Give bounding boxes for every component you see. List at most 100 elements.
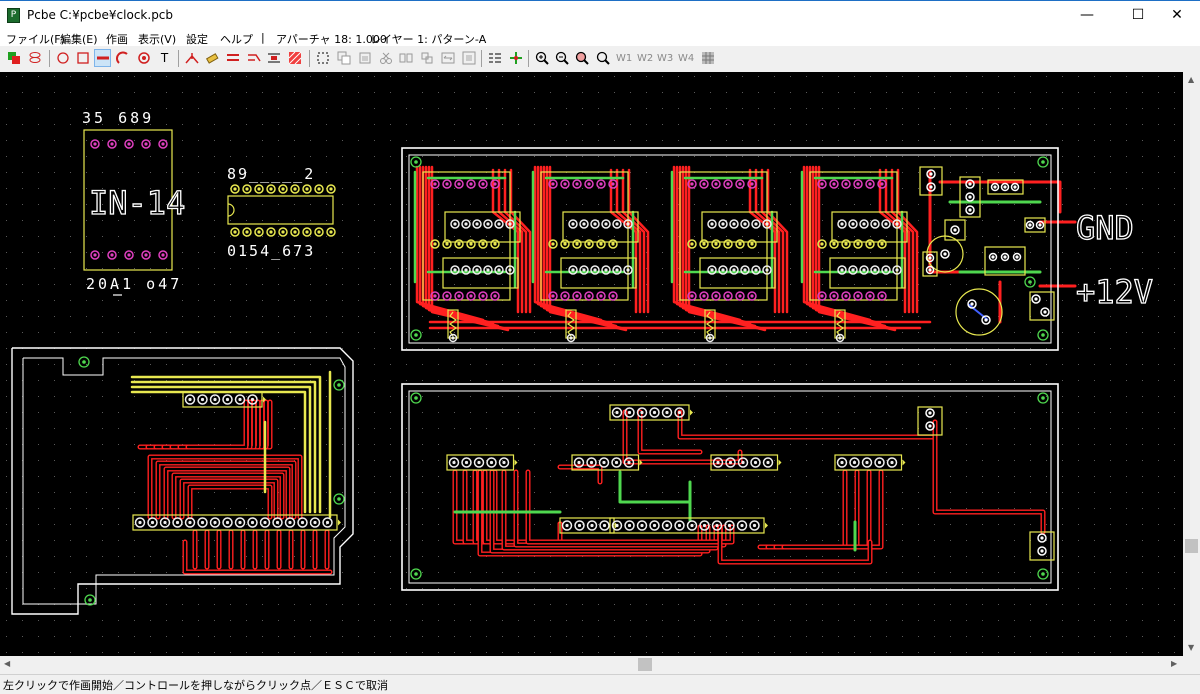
pad-hole: [968, 208, 972, 212]
pad-hole: [970, 302, 974, 306]
close-button[interactable]: ✕: [1154, 1, 1200, 30]
pad-hole: [238, 520, 242, 525]
menu-view[interactable]: 表示(V): [138, 31, 176, 47]
paste-icon[interactable]: [356, 49, 373, 67]
pad-hole: [563, 182, 567, 186]
pad-hole: [238, 397, 242, 402]
window-preset-2[interactable]: W2: [637, 53, 653, 64]
pad-hole: [175, 520, 180, 525]
pad-hole: [225, 520, 230, 525]
pad-hole: [457, 242, 461, 246]
zoom-in-icon[interactable]: [533, 49, 550, 67]
zoom-icon[interactable]: [594, 49, 611, 67]
layer-color-icon[interactable]: [5, 49, 22, 67]
pad-hole: [890, 460, 894, 465]
pad-hole: [611, 242, 615, 246]
silk-label-ic-top: 35 689: [82, 109, 154, 127]
pad-hole: [710, 268, 714, 272]
scroll-right-icon[interactable]: ▶: [1171, 659, 1177, 668]
horizontal-scroll-thumb[interactable]: [638, 658, 652, 671]
pad-hole: [144, 142, 148, 146]
mount-hole-center: [1028, 280, 1032, 284]
pad-hole: [615, 523, 619, 528]
grid-toggle-icon[interactable]: [699, 49, 716, 67]
circle-tool-icon[interactable]: [54, 49, 71, 67]
scroll-down-icon[interactable]: ▼: [1188, 643, 1194, 652]
pad-hole: [250, 520, 255, 525]
menu-separator: |: [261, 31, 265, 44]
pad-hole: [832, 242, 836, 246]
menu-settings[interactable]: 設定: [186, 31, 208, 47]
pad-hole: [497, 268, 501, 272]
fill-tool-icon[interactable]: [286, 49, 303, 67]
select-area-icon[interactable]: [314, 49, 331, 67]
window-preset-1[interactable]: W1: [616, 53, 632, 64]
pad-hole: [551, 242, 555, 246]
line-tool-icon[interactable]: [94, 49, 111, 67]
pad-hole: [486, 268, 490, 272]
mount-hole-center: [414, 333, 418, 337]
pad-hole: [275, 520, 280, 525]
parallel-lines-icon[interactable]: [224, 49, 241, 67]
pad-hole: [489, 460, 494, 465]
pad-hole: [614, 460, 619, 465]
rectangle-tool-icon[interactable]: [74, 49, 91, 67]
pad-hole: [593, 222, 597, 226]
menu-help[interactable]: ヘルプ: [220, 31, 253, 47]
pad-hole: [475, 268, 479, 272]
scroll-left-icon[interactable]: ◀: [4, 659, 10, 668]
rotate-icon[interactable]: [418, 49, 435, 67]
pad-hole: [665, 523, 669, 528]
pad-hole: [873, 268, 877, 272]
pcbe-icon[interactable]: P: [7, 8, 20, 23]
minimize-button[interactable]: —: [1064, 1, 1110, 30]
pad-hole: [563, 242, 567, 246]
pad-hole: [844, 294, 848, 298]
pad-hole: [245, 187, 249, 191]
pad-hole: [577, 523, 582, 528]
window-preset-4[interactable]: W4: [678, 53, 694, 64]
pad-hole: [715, 523, 719, 528]
vertical-scrollbar[interactable]: ▲ ▼: [1183, 72, 1200, 656]
horizontal-scrollbar[interactable]: ◀ ▶: [0, 656, 1183, 673]
copy-icon[interactable]: [335, 49, 352, 67]
zoom-fit-icon[interactable]: [573, 49, 590, 67]
eraser-icon[interactable]: [203, 49, 220, 67]
pad-tool-icon[interactable]: [135, 49, 152, 67]
mirror-icon[interactable]: [397, 49, 414, 67]
flip-icon[interactable]: [439, 49, 456, 67]
layer-stack-icon[interactable]: [26, 49, 43, 67]
pad-hole: [464, 222, 468, 226]
menu-draw[interactable]: 作画: [106, 31, 128, 47]
pad-hole: [840, 222, 844, 226]
pad-hole: [300, 520, 305, 525]
pad-hole: [188, 520, 192, 525]
pad-hole: [457, 294, 461, 298]
text-tool-icon[interactable]: T: [156, 49, 173, 67]
junction-tool-icon[interactable]: [183, 49, 200, 67]
arc-tool-icon[interactable]: [114, 49, 131, 67]
pad-hole: [677, 523, 682, 528]
pad-hole: [726, 242, 730, 246]
window-preset-3[interactable]: W3: [657, 53, 673, 64]
align-tool-icon[interactable]: [265, 49, 282, 67]
pcb-canvas[interactable]: 35 689 IN-14 20A1 o47 89_____2 0154_673 …: [0, 72, 1183, 656]
pad-hole: [453, 268, 457, 272]
cut-icon[interactable]: [377, 49, 394, 67]
title-bar: P Pcbe C:¥pcbe¥clock.pcb — ☐ ✕: [0, 0, 1200, 30]
zoom-out-icon[interactable]: [553, 49, 570, 67]
pad-hole: [445, 242, 449, 246]
scroll-up-icon[interactable]: ▲: [1188, 75, 1194, 84]
pad-hole: [741, 460, 745, 465]
bend-tool-icon[interactable]: [245, 49, 262, 67]
scroll-corner: [1183, 656, 1200, 673]
vertical-scroll-thumb[interactable]: [1185, 539, 1198, 553]
pad-hole: [928, 411, 932, 415]
pad-hole: [895, 268, 899, 272]
menu-edit[interactable]: 編集(E): [60, 31, 98, 47]
list-icon[interactable]: [486, 49, 503, 67]
move-icon[interactable]: [460, 49, 477, 67]
origin-icon[interactable]: [507, 49, 524, 67]
mount-hole-center: [1041, 572, 1045, 576]
menu-file[interactable]: ファイル(F): [6, 31, 65, 47]
